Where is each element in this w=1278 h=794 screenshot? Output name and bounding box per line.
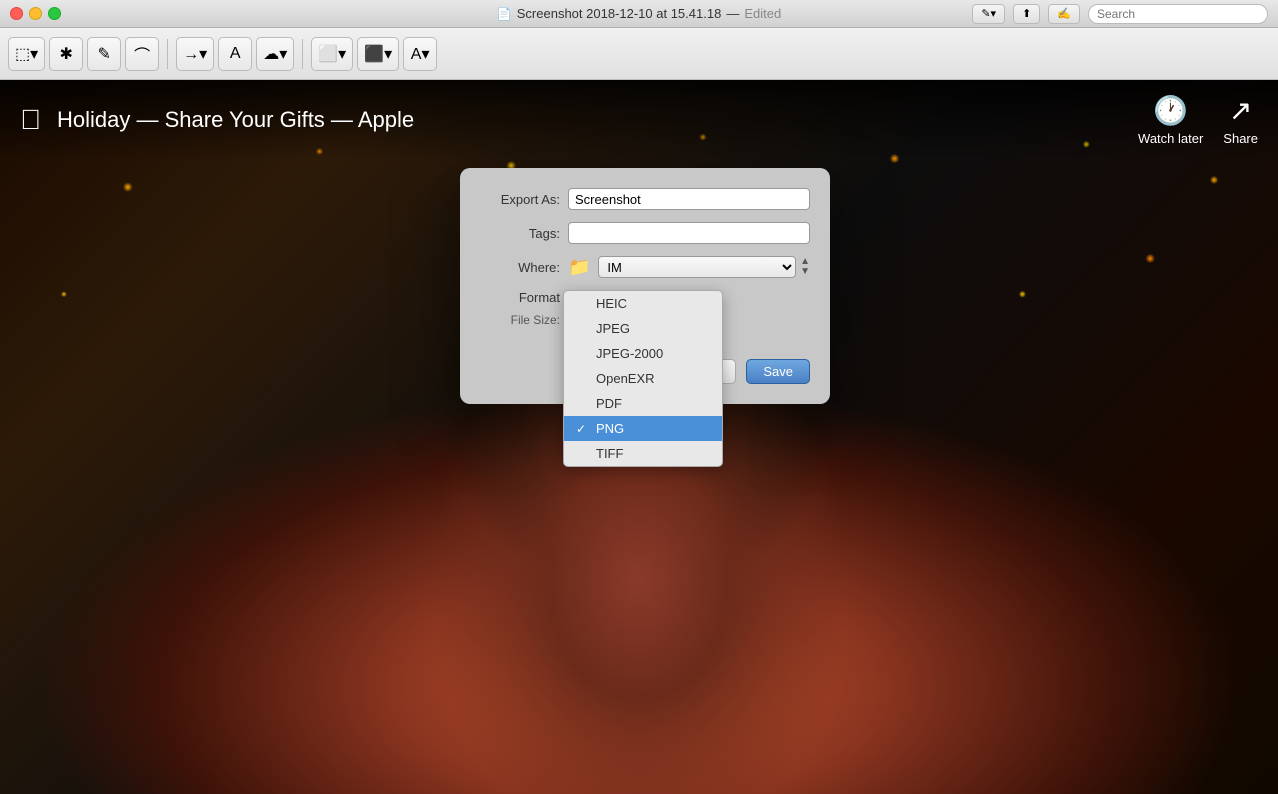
where-select[interactable]: IM bbox=[598, 256, 796, 278]
dropdown-item-png[interactable]: ✓ PNG bbox=[564, 416, 722, 441]
openexr-label: OpenEXR bbox=[596, 371, 655, 386]
dropdown-item-tiff[interactable]: TIFF bbox=[564, 441, 722, 466]
pdf-label: PDF bbox=[596, 396, 622, 411]
separator-1 bbox=[167, 39, 168, 69]
where-label: Where: bbox=[480, 260, 560, 275]
arrow-btn[interactable]: →▾ bbox=[176, 37, 214, 71]
edited-label: Edited bbox=[744, 6, 781, 21]
dropdown-item-jpeg[interactable]: JPEG bbox=[564, 316, 722, 341]
minimize-button[interactable] bbox=[29, 7, 42, 20]
maximize-button[interactable] bbox=[48, 7, 61, 20]
border-btn[interactable]: ⬜▾ bbox=[311, 37, 353, 71]
save-button[interactable]: Save bbox=[746, 359, 810, 384]
search-input[interactable] bbox=[1088, 4, 1268, 24]
modal-overlay: Export As: Tags: Where: 📁 IM bbox=[0, 80, 1278, 794]
folder-icon: 📁 bbox=[568, 257, 590, 278]
adjust-btn[interactable]: ✱ bbox=[49, 37, 83, 71]
text-btn[interactable]: A bbox=[218, 37, 252, 71]
selection-tool-btn[interactable]: ⬚▾ bbox=[8, 37, 45, 71]
video-area:  Holiday — Share Your Gifts — Apple 🕐 W… bbox=[0, 80, 1278, 794]
dropdown-item-jpeg2000[interactable]: JPEG-2000 bbox=[564, 341, 722, 366]
close-button[interactable] bbox=[10, 7, 23, 20]
tags-row: Tags: bbox=[480, 222, 810, 244]
where-select-wrapper: IM ▲ ▼ bbox=[598, 256, 810, 278]
annotate-btn[interactable]: ✍ bbox=[1048, 4, 1080, 24]
dropdown-item-pdf[interactable]: PDF bbox=[564, 391, 722, 416]
font-btn[interactable]: A▾ bbox=[403, 37, 437, 71]
traffic-lights bbox=[0, 7, 61, 20]
document-icon: 📄 bbox=[497, 7, 512, 21]
format-row: Format HEIC JPEG bbox=[480, 290, 810, 305]
smooth-btn[interactable]: ⌒ bbox=[125, 37, 159, 71]
export-as-label: Export As: bbox=[480, 192, 560, 207]
export-as-input[interactable] bbox=[568, 188, 810, 210]
title-bar: 📄 Screenshot 2018-12-10 at 15.41.18 — Ed… bbox=[0, 0, 1278, 28]
title-text: Screenshot 2018-12-10 at 15.41.18 bbox=[517, 6, 722, 21]
check-png: ✓ bbox=[576, 422, 590, 436]
toolbar: ⬚▾ ✱ ✎ ⌒ →▾ A ☁▾ ⬜▾ ⬛▾ A▾ bbox=[0, 28, 1278, 80]
draw-btn[interactable]: ✎ bbox=[87, 37, 121, 71]
export-dialog: Export As: Tags: Where: 📁 IM bbox=[460, 168, 830, 404]
format-label: Format bbox=[480, 290, 560, 305]
pen-tool-btn[interactable]: ✎▾ bbox=[972, 4, 1005, 24]
fill-btn[interactable]: ⬛▾ bbox=[357, 37, 399, 71]
where-arrows: ▲ ▼ bbox=[800, 257, 810, 277]
share-title-btn[interactable]: ⬆ bbox=[1013, 4, 1040, 24]
where-row: Where: 📁 IM ▲ ▼ bbox=[480, 256, 810, 278]
dropdown-item-heic[interactable]: HEIC bbox=[564, 291, 722, 316]
shape-btn[interactable]: ☁▾ bbox=[256, 37, 294, 71]
jpeg-label: JPEG bbox=[596, 321, 630, 336]
dropdown-item-openexr[interactable]: OpenEXR bbox=[564, 366, 722, 391]
tags-input[interactable] bbox=[568, 222, 810, 244]
window-title: 📄 Screenshot 2018-12-10 at 15.41.18 — Ed… bbox=[497, 6, 781, 21]
modal-body: Export As: Tags: Where: 📁 IM bbox=[460, 168, 830, 349]
export-as-row: Export As: bbox=[480, 188, 810, 210]
tags-label: Tags: bbox=[480, 226, 560, 241]
jpeg2000-label: JPEG-2000 bbox=[596, 346, 663, 361]
file-size-label: File Size: bbox=[480, 313, 560, 327]
png-label: PNG bbox=[596, 421, 624, 436]
format-dropdown: HEIC JPEG JPEG-2000 bbox=[563, 290, 723, 467]
title-bar-controls: ✎▾ ⬆ ✍ bbox=[972, 4, 1268, 24]
separator-2 bbox=[302, 39, 303, 69]
heic-label: HEIC bbox=[596, 296, 627, 311]
title-separator: — bbox=[726, 6, 739, 21]
tiff-label: TIFF bbox=[596, 446, 623, 461]
arrow-down-btn[interactable]: ▼ bbox=[800, 267, 810, 277]
